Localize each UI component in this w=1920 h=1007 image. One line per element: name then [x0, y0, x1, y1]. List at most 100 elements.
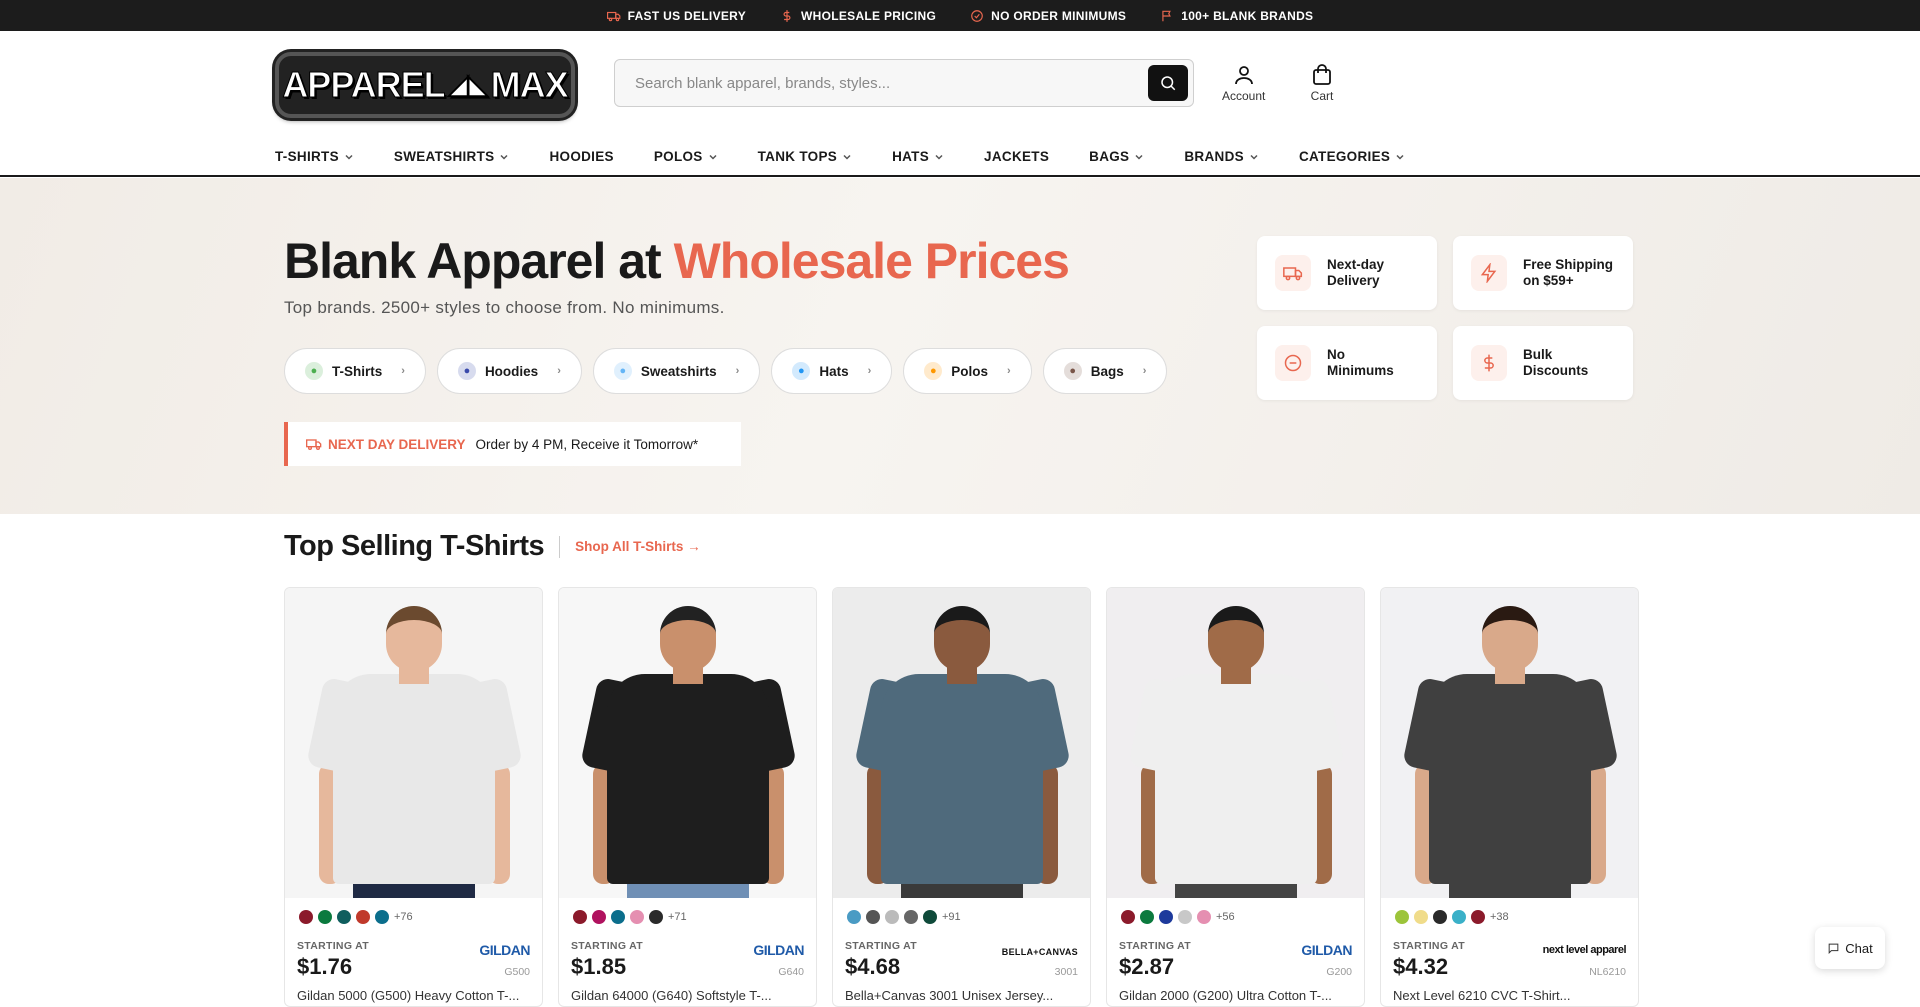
nav-item-categories[interactable]: CATEGORIES	[1299, 149, 1405, 164]
chip-hats[interactable]: ● Hats ›	[771, 348, 893, 394]
product-name[interactable]: Gildan 64000 (G640) Softstyle T-...	[571, 988, 772, 1003]
color-swatch[interactable]	[1395, 910, 1409, 924]
color-swatch[interactable]	[299, 910, 313, 924]
color-swatch[interactable]	[337, 910, 351, 924]
nav-label: CATEGORIES	[1298, 149, 1391, 164]
color-swatch[interactable]	[1452, 910, 1466, 924]
search-input[interactable]	[635, 74, 1148, 92]
search-bar	[614, 59, 1194, 107]
product-image[interactable]	[285, 588, 542, 898]
product-card[interactable]: +91 STARTING AT $4.68 BELLA+CANVAS 3001 Bella…	[832, 587, 1091, 1007]
dollar-icon	[1484, 354, 1494, 372]
product-image[interactable]	[559, 588, 816, 898]
product-name[interactable]: Gildan 2000 (G200) Ultra Cotton T-...	[1119, 988, 1332, 1003]
color-swatch[interactable]	[1433, 910, 1447, 924]
nav-label: SWEATSHIRTS	[393, 149, 495, 164]
nav-item-tank-tops[interactable]: TANK TOPS	[758, 149, 852, 164]
color-swatch[interactable]	[318, 910, 332, 924]
nav-item-jackets[interactable]: JACKETS	[984, 149, 1049, 164]
gorilla-icon: ◢◣	[448, 69, 488, 100]
nav-item-brands[interactable]: BRANDS	[1184, 149, 1259, 164]
divider	[559, 535, 561, 558]
chip-sweatshirts[interactable]: ● Sweatshirts ›	[592, 348, 761, 394]
chat-button[interactable]: Chat	[1815, 927, 1885, 969]
section-title: Top Selling T-Shirts	[284, 530, 545, 562]
chevron-right-icon: ›	[557, 365, 561, 377]
color-swatch[interactable]	[866, 910, 880, 924]
chip-bags[interactable]: ● Bags ›	[1042, 348, 1168, 394]
chevron-right-icon: ›	[401, 365, 405, 377]
color-swatch[interactable]	[1121, 910, 1135, 924]
color-swatch[interactable]	[923, 910, 937, 924]
color-swatch[interactable]	[1471, 910, 1485, 924]
section-header: Top Selling T-Shirts Shop All T-Shirts →	[284, 530, 701, 563]
color-swatch[interactable]	[847, 910, 861, 924]
cart-button[interactable]: Cart	[1310, 63, 1334, 103]
hat-icon: ●	[792, 362, 811, 380]
hero-section: Blank Apparel at Wholesale Prices Top br…	[0, 178, 1920, 514]
product-card[interactable]: +71 STARTING AT $1.85 GILDAN G640 Gildan 6400…	[558, 587, 817, 1007]
site-header: APPAREL ◢◣ MAX Account Cart	[0, 31, 1920, 138]
chip-polos[interactable]: ● Polos ›	[903, 348, 1032, 394]
product-image[interactable]	[1381, 588, 1638, 898]
nav-item-t-shirts[interactable]: T-SHIRTS	[275, 149, 354, 164]
color-swatch[interactable]	[1197, 910, 1211, 924]
starting-at-label: STARTING AT	[1119, 940, 1191, 952]
color-swatch[interactable]	[904, 910, 918, 924]
search-button[interactable]	[1148, 65, 1188, 101]
product-image[interactable]	[833, 588, 1090, 898]
minus-circle-icon	[1284, 354, 1302, 372]
product-name[interactable]: Gildan 5000 (G500) Heavy Cotton T-...	[297, 988, 519, 1003]
product-name[interactable]: Bella+Canvas 3001 Unisex Jersey...	[845, 988, 1053, 1003]
color-swatches: +71	[573, 910, 687, 924]
nav-label: HOODIES	[549, 149, 614, 164]
site-logo[interactable]: APPAREL ◢◣ MAX	[275, 51, 575, 118]
color-swatch[interactable]	[356, 910, 370, 924]
nav-item-hoodies[interactable]: HOODIES	[549, 149, 613, 164]
product-image[interactable]	[1107, 588, 1364, 898]
nav-item-sweatshirts[interactable]: SWEATSHIRTS	[394, 149, 510, 164]
chevron-down-icon	[709, 154, 717, 160]
chip-hoodies[interactable]: ● Hoodies ›	[436, 348, 582, 394]
product-name[interactable]: Next Level 6210 CVC T-Shirt...	[1393, 988, 1571, 1003]
logo-text-left: APPAREL	[282, 63, 446, 105]
chevron-down-icon	[935, 154, 943, 160]
product-card[interactable]: +38 STARTING AT $4.32 next level apparel NL6…	[1380, 587, 1639, 1007]
nav-item-hats[interactable]: HATS	[892, 149, 944, 164]
color-swatch[interactable]	[1159, 910, 1173, 924]
nav-label: TANK TOPS	[757, 149, 838, 164]
nav-label: BAGS	[1089, 149, 1130, 164]
shop-all-link[interactable]: Shop All T-Shirts →	[575, 539, 701, 554]
nav-item-bags[interactable]: BAGS	[1089, 149, 1144, 164]
feature-line: Bulk	[1523, 347, 1553, 362]
chevron-down-icon	[345, 154, 353, 160]
account-button[interactable]: Account	[1222, 63, 1265, 103]
product-card[interactable]: +76 STARTING AT $1.76 GILDAN G500 Gildan 5000…	[284, 587, 543, 1007]
chevron-down-icon	[1396, 154, 1404, 160]
color-swatch[interactable]	[885, 910, 899, 924]
brand-logo: GILDAN	[753, 942, 804, 958]
product-card[interactable]: +56 STARTING AT $2.87 GILDAN G200 Gildan 2000…	[1106, 587, 1365, 1007]
color-swatch[interactable]	[611, 910, 625, 924]
color-swatch[interactable]	[649, 910, 663, 924]
color-swatch[interactable]	[375, 910, 389, 924]
color-swatch[interactable]	[630, 910, 644, 924]
brand-logo: BELLA+CANVAS	[1001, 947, 1078, 957]
color-swatch[interactable]	[592, 910, 606, 924]
nav-item-polos[interactable]: POLOS	[654, 149, 718, 164]
chip-label: Hats	[819, 363, 849, 379]
delivery-text: Order by 4 PM, Receive it Tomorrow*	[475, 436, 699, 452]
feature-line: on $59+	[1523, 273, 1574, 288]
dollar-icon	[783, 9, 791, 22]
product-price: $1.85	[571, 954, 627, 979]
feature-free-shipping: Free Shipping on $59+	[1453, 236, 1633, 310]
more-colors: +91	[942, 911, 961, 923]
hero-title-accent: Wholesale Prices	[673, 233, 1070, 289]
color-swatch[interactable]	[573, 910, 587, 924]
chip-t-shirts[interactable]: ● T-Shirts ›	[284, 348, 426, 394]
chip-label: T-Shirts	[332, 363, 383, 379]
color-swatch[interactable]	[1414, 910, 1428, 924]
color-swatch[interactable]	[1140, 910, 1154, 924]
hero-title: Blank Apparel at Wholesale Prices	[284, 232, 1070, 290]
color-swatch[interactable]	[1178, 910, 1192, 924]
